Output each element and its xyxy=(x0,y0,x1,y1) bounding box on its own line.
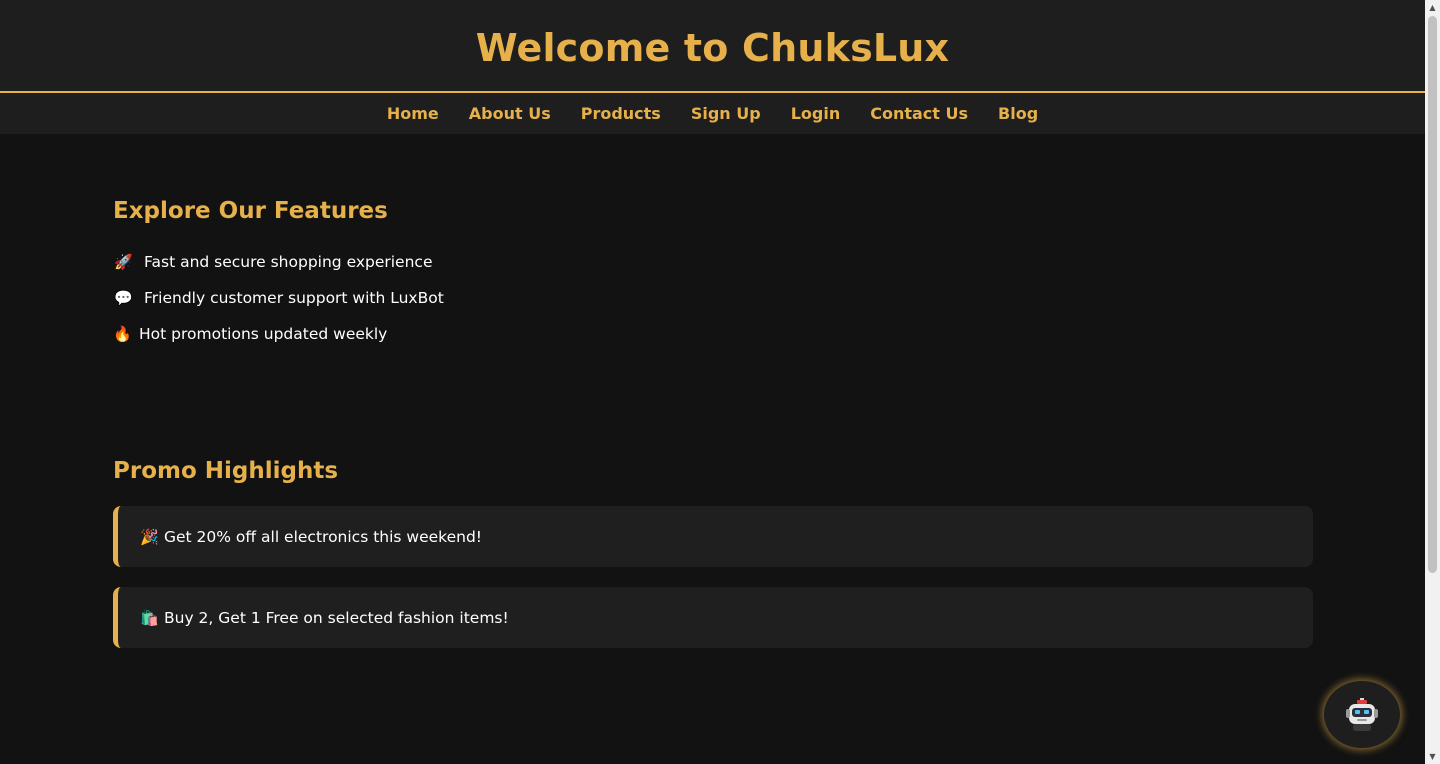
fire-icon: 🔥 xyxy=(113,325,132,343)
promo-text: Get 20% off all electronics this weekend… xyxy=(164,527,482,546)
page-title: Welcome to ChuksLux xyxy=(475,25,950,70)
site-header: Welcome to ChuksLux xyxy=(0,0,1425,93)
feature-item: 🔥 Hot promotions updated weekly xyxy=(113,316,444,352)
promo-text: Buy 2, Get 1 Free on selected fashion it… xyxy=(164,608,509,627)
promo-list: 🎉 Get 20% off all electronics this weeke… xyxy=(113,506,1313,648)
robot-icon xyxy=(1346,697,1378,731)
promos-section: Promo Highlights 🎉 Get 20% off all elect… xyxy=(113,458,1313,648)
vertical-scrollbar[interactable]: ▲ ▼ xyxy=(1425,0,1440,764)
nav-item-contact-us[interactable]: Contact Us xyxy=(870,104,968,123)
feature-item: 🚀 Fast and secure shopping experience xyxy=(113,244,444,280)
nav-item-home[interactable]: Home xyxy=(387,104,439,123)
chatbot-button[interactable] xyxy=(1324,681,1400,748)
features-section: Explore Our Features 🚀 Fast and secure s… xyxy=(113,198,444,352)
feature-text: Friendly customer support with LuxBot xyxy=(144,289,444,307)
feature-text: Hot promotions updated weekly xyxy=(139,325,388,343)
features-list: 🚀 Fast and secure shopping experience 💬 … xyxy=(113,244,444,352)
promos-title: Promo Highlights xyxy=(113,458,339,484)
rocket-icon: 🚀 xyxy=(114,253,133,271)
main-nav: Home About Us Products Sign Up Login Con… xyxy=(0,93,1425,134)
nav-item-blog[interactable]: Blog xyxy=(998,104,1038,123)
nav-item-sign-up[interactable]: Sign Up xyxy=(691,104,761,123)
speech-bubble-icon: 💬 xyxy=(114,289,133,307)
nav-item-about-us[interactable]: About Us xyxy=(469,104,551,123)
scroll-down-arrow-icon[interactable]: ▼ xyxy=(1425,749,1440,764)
feature-item: 💬 Friendly customer support with LuxBot xyxy=(113,280,444,316)
promo-card: 🎉 Get 20% off all electronics this weeke… xyxy=(113,506,1313,567)
scroll-up-arrow-icon[interactable]: ▲ xyxy=(1425,0,1440,15)
promo-card: 🛍️ Buy 2, Get 1 Free on selected fashion… xyxy=(113,587,1313,648)
features-title: Explore Our Features xyxy=(113,198,388,224)
scrollbar-thumb[interactable] xyxy=(1428,16,1437,573)
nav-item-login[interactable]: Login xyxy=(791,104,841,123)
feature-text: Fast and secure shopping experience xyxy=(144,253,433,271)
page: Welcome to ChuksLux Home About Us Produc… xyxy=(0,0,1425,764)
party-popper-icon: 🎉 xyxy=(140,527,159,546)
shopping-bags-icon: 🛍️ xyxy=(140,608,159,627)
nav-item-products[interactable]: Products xyxy=(581,104,661,123)
